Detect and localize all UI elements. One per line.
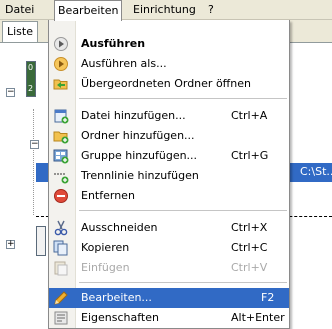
menu-item-datei-hinzufuegen[interactable]: Datei hinzufügen... Ctrl+A	[49, 106, 289, 126]
remove-icon	[53, 188, 69, 204]
menu-item-shortcut: Ctrl+C	[231, 241, 268, 254]
menu-item-label: Bearbeiten...	[81, 291, 152, 304]
menu-bearbeiten[interactable]: Bearbeiten	[54, 0, 123, 21]
menu-item-label: Ausschneiden	[81, 221, 158, 234]
separator-icon	[53, 168, 69, 184]
open-folder-icon	[53, 76, 69, 92]
menu-einrichtung[interactable]: Einrichtung	[130, 0, 199, 20]
menu-item-ausfuehren-als[interactable]: Ausführen als...	[49, 54, 289, 74]
file-node-icon	[36, 226, 46, 256]
menu-separator	[79, 210, 287, 211]
menu-item-ausfuehren[interactable]: Ausführen	[49, 34, 289, 54]
menu-bar: Datei Bearbeiten Einrichtung ?	[0, 0, 332, 21]
menu-item-eigenschaften[interactable]: Eigenschaften Alt+Enter	[49, 308, 289, 328]
menu-item-shortcut: Ctrl+G	[231, 149, 269, 162]
menu-item-label: Ausführen als...	[81, 57, 167, 70]
menu-item-ordner-hinzufuegen[interactable]: Ordner hinzufügen...	[49, 126, 289, 146]
menu-item-label: Entfernen	[81, 189, 135, 202]
menu-item-label: Trennlinie hinzufügen	[81, 169, 199, 182]
tree-subcollapse-toggle[interactable]: −	[30, 140, 39, 149]
menu-item-shortcut: Ctrl+V	[231, 261, 268, 274]
menu-item-einfuegen[interactable]: Einfügen Ctrl+V	[49, 258, 289, 278]
properties-icon	[53, 310, 69, 326]
add-folder-icon	[53, 128, 69, 144]
menu-item-entfernen[interactable]: Entfernen	[49, 186, 289, 206]
tree-expand-toggle[interactable]: +	[6, 240, 15, 249]
menu-item-ausschneiden[interactable]: Ausschneiden Ctrl+X	[49, 218, 289, 238]
menu-item-uebergeordneten-ordner[interactable]: Übergeordneten Ordner öffnen	[49, 74, 289, 94]
tab-liste[interactable]: Liste	[2, 21, 38, 42]
add-group-icon	[53, 148, 69, 164]
menu-item-label: Gruppe hinzufügen...	[81, 149, 198, 162]
menu-item-label: Ordner hinzufügen...	[81, 129, 195, 142]
menu-separator	[79, 282, 287, 283]
menu-item-label: Datei hinzufügen...	[81, 109, 186, 122]
cut-icon	[53, 220, 69, 236]
menu-item-shortcut: Alt+Enter	[231, 311, 285, 324]
menu-item-shortcut: F2	[261, 291, 275, 304]
tree-collapse-toggle[interactable]: −	[6, 88, 15, 97]
menu-item-trennlinie-hinzufuegen[interactable]: Trennlinie hinzufügen	[49, 166, 289, 186]
menu-item-label: Ausführen	[81, 37, 146, 50]
add-file-icon	[53, 108, 69, 124]
copy-icon	[53, 240, 69, 256]
group-node-icon: 0 2	[26, 61, 36, 97]
menu-item-shortcut: Ctrl+A	[231, 109, 268, 122]
menu-item-gruppe-hinzufuegen[interactable]: Gruppe hinzufügen... Ctrl+G	[49, 146, 289, 166]
menu-item-label: Kopieren	[81, 241, 130, 254]
menu-item-label: Einfügen	[81, 261, 130, 274]
group-node-label-bottom: 2	[28, 84, 34, 93]
group-node-label-top: 0	[28, 63, 34, 72]
selected-row-path: C:\St...	[300, 165, 332, 178]
bearbeiten-dropdown: Ausführen Ausführen als... Übergeordnete…	[48, 20, 290, 329]
menu-item-shortcut: Ctrl+X	[231, 221, 268, 234]
menu-item-label: Übergeordneten Ordner öffnen	[81, 77, 251, 90]
menu-datei[interactable]: Datei	[2, 0, 37, 20]
tree-connector-line	[33, 109, 34, 215]
play-icon	[53, 36, 69, 52]
menu-item-bearbeiten[interactable]: Bearbeiten... F2	[49, 288, 289, 308]
play-as-icon	[53, 56, 69, 72]
menu-separator	[79, 98, 287, 99]
menu-item-label: Eigenschaften	[81, 311, 159, 324]
menu-item-kopieren[interactable]: Kopieren Ctrl+C	[49, 238, 289, 258]
menu-help[interactable]: ?	[205, 0, 217, 20]
paste-icon	[53, 260, 69, 276]
edit-pencil-icon	[53, 290, 69, 306]
